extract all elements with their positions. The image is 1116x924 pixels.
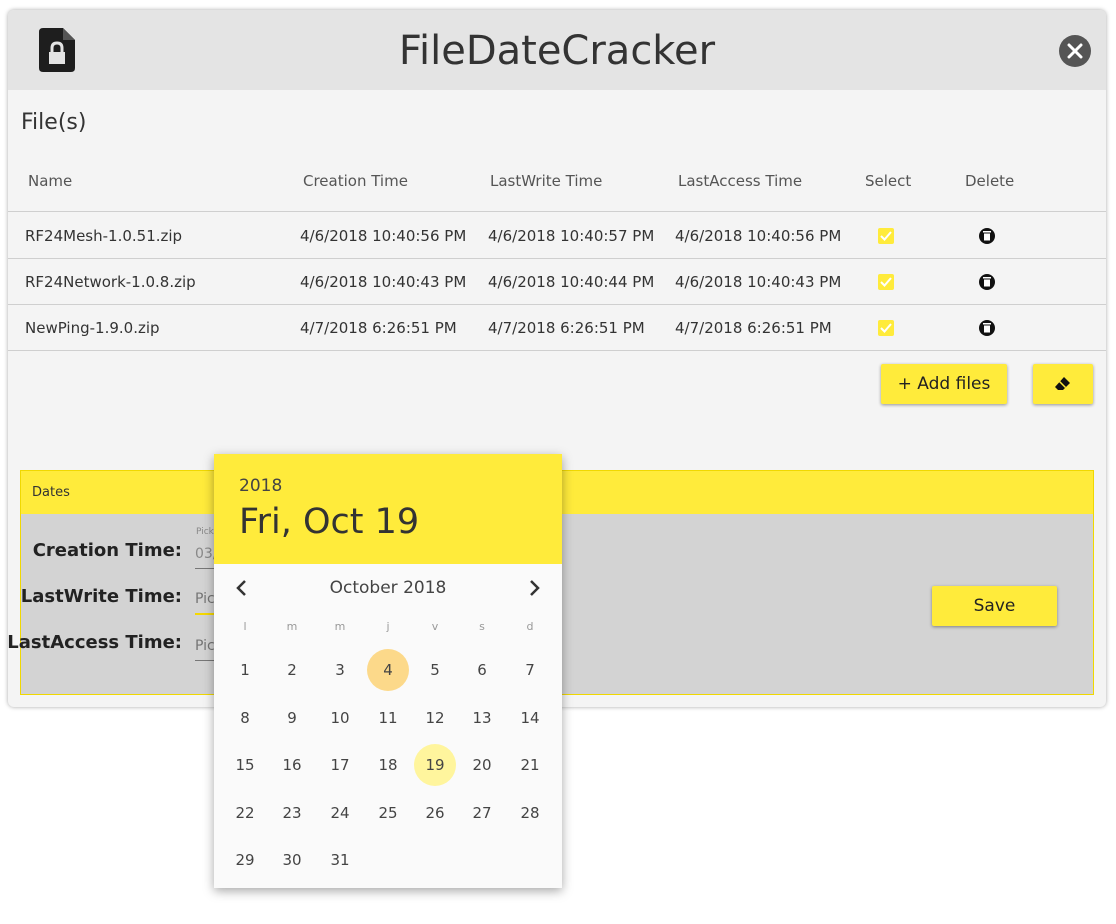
calendar-day[interactable]: 8	[224, 697, 266, 739]
calendar-day[interactable]: 17	[319, 744, 361, 786]
weekday-label: v	[431, 620, 439, 633]
weekday-label: s	[479, 620, 485, 633]
dates-title: Dates	[32, 485, 70, 500]
chevron-right-icon[interactable]	[524, 578, 544, 598]
lastwrite-time-label: LastWrite Time:	[20, 586, 182, 607]
lastaccess-time: 4/7/2018 6:26:51 PM	[675, 319, 832, 337]
lastaccess-time-label: LastAccess Time:	[8, 632, 182, 653]
picker-month-label: October 2018	[329, 578, 447, 598]
add-files-button[interactable]: + Add files	[881, 364, 1007, 404]
calendar-day[interactable]: 5	[414, 649, 456, 691]
calendar-day[interactable]: 30	[271, 839, 313, 881]
calendar-day[interactable]: 7	[509, 649, 551, 691]
lastaccess-time: 4/6/2018 10:40:56 PM	[675, 227, 842, 245]
calendar-day[interactable]: 2	[271, 649, 313, 691]
lastwrite-time: 4/6/2018 10:40:57 PM	[488, 227, 655, 245]
clear-files-button[interactable]	[1033, 364, 1093, 404]
column-header-lastaccess: LastAccess Time	[678, 172, 803, 190]
select-checkbox[interactable]	[878, 320, 894, 336]
delete-button[interactable]	[979, 320, 995, 336]
add-files-label: + Add files	[897, 374, 991, 394]
date-picker-header: 2018 Fri, Oct 19	[214, 454, 562, 564]
trash-icon	[983, 231, 991, 241]
weekday-label: m	[286, 620, 298, 633]
column-header-lastwrite: LastWrite Time	[490, 172, 603, 190]
table-row: NewPing-1.9.0.zip 4/7/2018 6:26:51 PM 4/…	[8, 305, 1106, 351]
delete-button[interactable]	[979, 274, 995, 290]
select-checkbox[interactable]	[878, 228, 894, 244]
weekday-label: d	[526, 620, 534, 633]
calendar-day[interactable]: 9	[271, 697, 313, 739]
calendar-day-today[interactable]: 4	[367, 649, 409, 691]
delete-button[interactable]	[979, 228, 995, 244]
calendar-day[interactable]: 31	[319, 839, 361, 881]
calendar-day[interactable]: 14	[509, 697, 551, 739]
file-name: NewPing-1.9.0.zip	[25, 319, 160, 337]
calendar-day[interactable]: 16	[271, 744, 313, 786]
select-checkbox[interactable]	[878, 274, 894, 290]
column-header-creation: Creation Time	[303, 172, 408, 190]
table-row: RF24Mesh-1.0.51.zip 4/6/2018 10:40:56 PM…	[8, 213, 1106, 259]
column-header-select: Select	[865, 172, 912, 190]
calendar-day[interactable]: 15	[224, 744, 266, 786]
file-name: RF24Network-1.0.8.zip	[25, 273, 196, 291]
close-icon	[1067, 43, 1083, 59]
calendar-day[interactable]: 21	[509, 744, 551, 786]
trash-icon	[983, 277, 991, 287]
calendar-day[interactable]: 22	[224, 792, 266, 834]
table-row: RF24Network-1.0.8.zip 4/6/2018 10:40:43 …	[8, 259, 1106, 305]
column-header-delete: Delete	[965, 172, 1015, 190]
weekday-label: l	[243, 620, 247, 633]
calendar-day[interactable]: 26	[414, 792, 456, 834]
lastwrite-time: 4/6/2018 10:40:44 PM	[488, 273, 655, 291]
lastwrite-time: 4/7/2018 6:26:51 PM	[488, 319, 645, 337]
files-section-title: File(s)	[21, 110, 87, 135]
calendar-day[interactable]: 27	[461, 792, 503, 834]
calendar-day[interactable]: 13	[461, 697, 503, 739]
creation-time: 4/6/2018 10:40:56 PM	[300, 227, 467, 245]
close-button[interactable]	[1059, 35, 1091, 67]
creation-time-hint: Pick	[196, 527, 214, 537]
lastaccess-time: 4/6/2018 10:40:43 PM	[675, 273, 842, 291]
calendar-day[interactable]: 28	[509, 792, 551, 834]
calendar-day[interactable]: 10	[319, 697, 361, 739]
weekday-label: m	[334, 620, 346, 633]
calendar-day[interactable]: 18	[367, 744, 409, 786]
calendar-day[interactable]: 23	[271, 792, 313, 834]
calendar-day[interactable]: 29	[224, 839, 266, 881]
column-header-name: Name	[28, 172, 73, 190]
calendar-day[interactable]: 20	[461, 744, 503, 786]
weekday-label: j	[386, 620, 390, 633]
creation-time: 4/6/2018 10:40:43 PM	[300, 273, 467, 291]
picker-year[interactable]: 2018	[239, 476, 282, 496]
creation-time-label: Creation Time:	[32, 540, 182, 561]
picker-selected-date: Fri, Oct 19	[239, 502, 420, 542]
save-label: Save	[973, 596, 1016, 616]
calendar-day[interactable]: 6	[461, 649, 503, 691]
calendar-day[interactable]: 12	[414, 697, 456, 739]
trash-icon	[983, 323, 991, 333]
files-table-header: Name Creation Time LastWrite Time LastAc…	[8, 158, 1106, 212]
creation-time: 4/7/2018 6:26:51 PM	[300, 319, 457, 337]
checkmark-icon	[880, 231, 892, 241]
title-bar: FileDateCracker	[8, 10, 1106, 90]
file-name: RF24Mesh-1.0.51.zip	[25, 227, 183, 245]
calendar-day[interactable]: 3	[319, 649, 361, 691]
save-button[interactable]: Save	[932, 586, 1057, 626]
checkmark-icon	[880, 277, 892, 287]
calendar-day[interactable]: 24	[319, 792, 361, 834]
calendar-day[interactable]: 1	[224, 649, 266, 691]
date-picker-popup: 2018 Fri, Oct 19 October 2018 lmmjvsd 12…	[214, 454, 562, 888]
calendar-day[interactable]: 11	[367, 697, 409, 739]
calendar-day-selected[interactable]: 19	[414, 744, 456, 786]
checkmark-icon	[880, 323, 892, 333]
calendar-day[interactable]: 25	[367, 792, 409, 834]
eraser-icon	[1055, 377, 1070, 390]
app-title: FileDateCracker	[398, 28, 716, 74]
